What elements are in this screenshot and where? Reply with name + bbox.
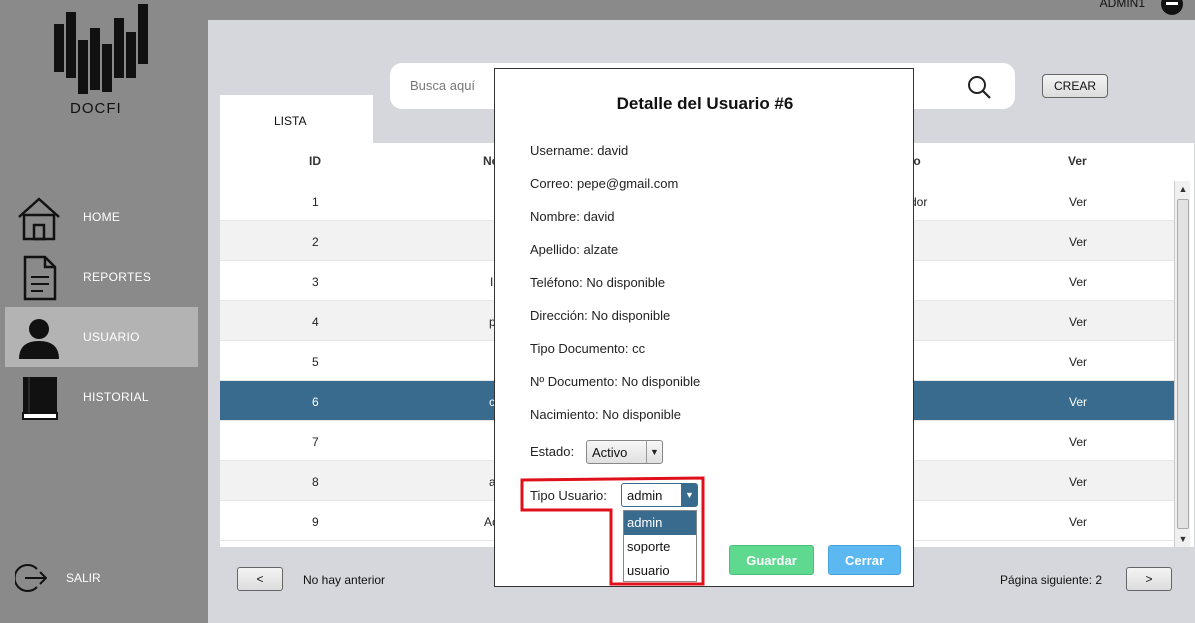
search-icon[interactable] [967,75,991,99]
last-name-field: Apellido: alzate [530,242,619,257]
view-link[interactable]: Ver [1069,315,1087,329]
username-field: Username: david [530,143,629,158]
previous-page-text: No hay anterior [303,573,386,587]
cell-id: 9 [312,515,319,529]
document-type-field: Tipo Documento: cc [530,341,646,356]
cell-id: 3 [312,275,319,289]
view-link[interactable]: Ver [1069,355,1087,369]
user-icon [19,319,59,359]
column-header-ver: Ver [1068,154,1087,168]
current-user-label: ADMIN1 [1099,0,1145,10]
sidebar-item-usuario[interactable]: USUARIO [5,307,198,367]
previous-page-button[interactable]: < [237,567,283,591]
book-icon [22,377,58,420]
cell-id: 4 [312,315,319,329]
next-page-text: Página siguiente: 2 [1000,573,1103,587]
document-icon [23,255,57,301]
phone-field: Teléfono: No disponible [530,275,666,290]
tab-label: LISTA [274,114,307,128]
dropdown-option-soporte[interactable]: soporte [624,535,696,559]
tipo-usuario-dropdown: admin soporte usuario [623,510,697,582]
email-field: Correo: pepe@gmail.com [530,176,679,191]
scroll-thumb[interactable] [1177,199,1189,529]
tipo-usuario-select[interactable]: admin ▼ [621,483,698,507]
estado-value: Activo [592,445,628,460]
birthdate-field: Nacimiento: No disponible [530,407,682,422]
column-header-id: ID [309,154,321,168]
view-link[interactable]: Ver [1069,435,1087,449]
table-scrollbar[interactable]: ▲ ▼ [1174,181,1190,547]
save-button[interactable]: Guardar [729,545,814,575]
sidebar-item-label: REPORTES [83,270,152,284]
view-link[interactable]: Ver [1069,195,1087,209]
home-icon [18,197,60,241]
sidebar-item-home[interactable]: HOME [5,187,198,247]
dropdown-option-admin[interactable]: admin [624,511,696,535]
sidebar: DOCFI HOME REPORTES USUARIO HISTORIAL SA… [0,0,208,623]
view-link[interactable]: Ver [1069,235,1087,249]
chevron-down-icon: ▼ [681,484,697,506]
cell-id: 6 [312,395,319,409]
close-button[interactable]: Cerrar [828,545,901,575]
view-link[interactable]: Ver [1069,275,1087,289]
scroll-up-icon[interactable]: ▲ [1175,181,1191,197]
dropdown-option-usuario[interactable]: usuario [624,559,696,583]
sidebar-item-label: HOME [83,210,121,224]
docfi-logo-icon [54,4,148,94]
tab-lista[interactable]: LISTA [220,95,373,143]
sidebar-item-label: HISTORIAL [83,390,149,404]
sidebar-item-label: USUARIO [83,330,140,344]
scroll-down-icon[interactable]: ▼ [1175,531,1191,547]
cell-id: 5 [312,355,319,369]
sidebar-item-reportes[interactable]: REPORTES [5,247,198,307]
estado-select[interactable]: Activo ▼ [586,440,663,464]
estado-label: Estado: [530,444,575,459]
tipo-usuario-value: admin [627,488,663,503]
dialog-title: Detalle del Usuario #6 [616,94,794,113]
next-page-button[interactable]: > [1126,567,1172,591]
view-link[interactable]: Ver [1069,475,1087,489]
address-field: Dirección: No disponible [530,308,671,323]
user-detail-dialog: Detalle del Usuario #6 Username: david C… [494,68,914,587]
brand-name: DOCFI [70,100,122,117]
cell-id: 1 [312,195,319,209]
chevron-down-icon: ▼ [646,441,662,463]
document-number-field: Nº Documento: No disponible [530,374,701,389]
logout-icon [15,564,47,592]
cell-id: 2 [312,235,319,249]
sidebar-item-historial[interactable]: HISTORIAL [5,367,198,427]
cell-id: 7 [312,435,319,449]
cell-id: 8 [312,475,319,489]
view-link[interactable]: Ver [1069,515,1087,529]
logout-button[interactable]: SALIR [15,563,195,593]
minus-circle-icon[interactable] [1161,0,1183,15]
tipo-usuario-label: Tipo Usuario: [530,488,607,503]
first-name-field: Nombre: david [530,209,615,224]
logout-label: SALIR [66,571,101,585]
create-button[interactable]: CREAR [1042,74,1108,98]
cell-name: I [490,275,494,289]
view-link[interactable]: Ver [1069,395,1087,409]
